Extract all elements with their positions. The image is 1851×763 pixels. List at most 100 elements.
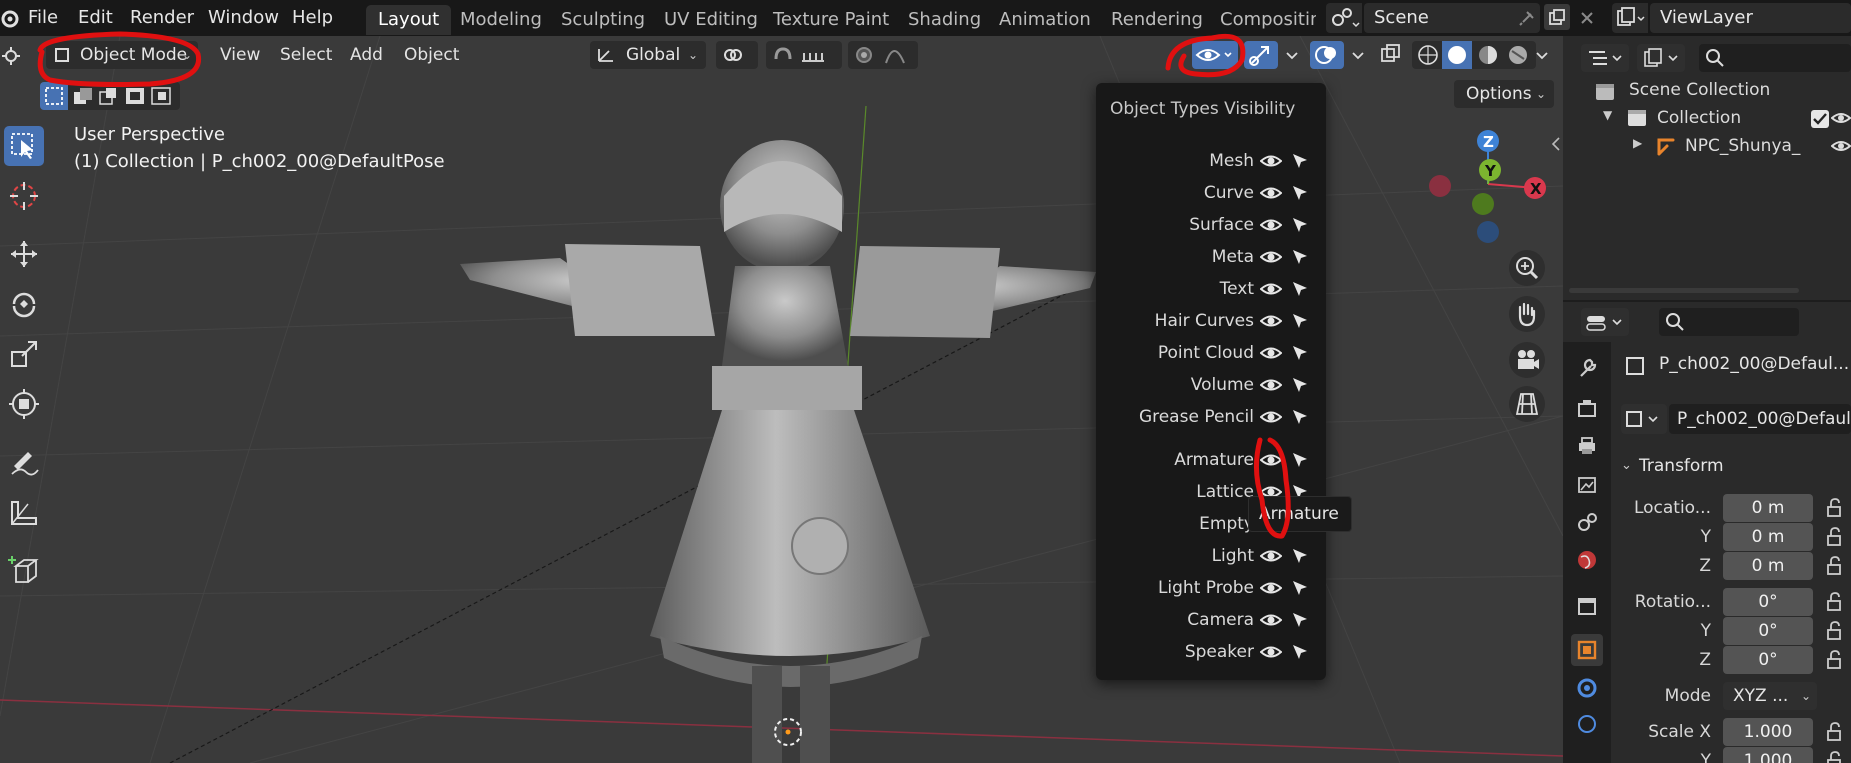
object-tab[interactable]	[1571, 634, 1603, 666]
lock-icon[interactable]	[1825, 620, 1847, 642]
select-arrow-icon[interactable]	[1290, 450, 1310, 470]
menu-file[interactable]: File	[28, 4, 58, 32]
sidebar-toggle-icon[interactable]	[1550, 134, 1562, 154]
overlays-dropdown[interactable]	[1346, 41, 1370, 69]
tab-compositing[interactable]: Compositin	[1208, 5, 1316, 35]
view-layer-tab[interactable]	[1571, 468, 1603, 500]
solid-shading-button[interactable]	[1442, 41, 1472, 69]
lock-icon[interactable]	[1825, 750, 1847, 763]
mode-dropdown[interactable]: Object Mode ⌄	[46, 41, 198, 69]
new-scene-icon[interactable]	[1544, 4, 1570, 30]
select-arrow-icon[interactable]	[1290, 279, 1310, 299]
rotation-z-field[interactable]: 0°	[1723, 646, 1813, 674]
lock-icon[interactable]	[1825, 555, 1847, 577]
rotation-x-field[interactable]: 0°	[1723, 588, 1813, 616]
eye-icon[interactable]	[1259, 311, 1283, 331]
eye-icon[interactable]	[1259, 546, 1283, 566]
lock-icon[interactable]	[1825, 649, 1847, 671]
tool-tab[interactable]	[1571, 352, 1603, 384]
scale-tool-button[interactable]	[4, 334, 44, 374]
tab-layout[interactable]: Layout	[366, 5, 452, 35]
disclosure-triangle-icon[interactable]: ▼	[1603, 108, 1612, 122]
disclosure-triangle-icon[interactable]: ▶	[1633, 136, 1642, 150]
menu-object[interactable]: Object	[404, 36, 459, 74]
outliner-object[interactable]: NPC_Shunya_	[1685, 136, 1821, 156]
select-new-button[interactable]	[40, 82, 68, 110]
eye-icon[interactable]	[1830, 108, 1851, 128]
select-arrow-icon[interactable]	[1290, 183, 1310, 203]
transform-tool-button[interactable]	[4, 384, 44, 424]
outliner-filter-dropdown[interactable]	[1637, 44, 1685, 72]
select-modes-group[interactable]	[68, 82, 180, 110]
gizmo-neg-x[interactable]	[1429, 175, 1451, 197]
select-arrow-icon[interactable]	[1290, 375, 1310, 395]
pin-icon[interactable]	[1514, 5, 1540, 31]
eye-icon[interactable]	[1259, 610, 1283, 630]
collection-tab[interactable]	[1571, 590, 1603, 622]
outliner-display-mode-dropdown[interactable]	[1581, 44, 1629, 72]
editor-type-icon[interactable]	[2, 44, 28, 68]
rotate-tool-button[interactable]	[4, 284, 44, 324]
lock-icon[interactable]	[1825, 526, 1847, 548]
tab-shading[interactable]: Shading	[896, 5, 993, 35]
select-arrow-icon[interactable]	[1290, 407, 1310, 427]
scene-tab[interactable]	[1571, 506, 1603, 538]
shading-dropdown[interactable]	[1530, 41, 1554, 69]
character-model[interactable]	[460, 140, 1096, 763]
object-types-visibility-button[interactable]	[1192, 41, 1238, 69]
view-layer-name-field[interactable]: ViewLayer	[1650, 3, 1851, 33]
gizmo-dropdown[interactable]	[1280, 41, 1304, 69]
collection-exclude-checkbox[interactable]	[1811, 110, 1829, 128]
wireframe-shading-icon[interactable]	[1416, 43, 1440, 67]
select-arrow-icon[interactable]	[1290, 642, 1310, 662]
eye-icon[interactable]	[1259, 642, 1283, 662]
3d-viewport[interactable]	[0, 36, 1563, 763]
ortho-toggle-button[interactable]	[1509, 386, 1545, 422]
options-dropdown[interactable]: Options ⌄	[1454, 80, 1554, 108]
eye-icon[interactable]	[1259, 215, 1283, 235]
zoom-button[interactable]	[1509, 250, 1545, 286]
tab-animation[interactable]: Animation	[987, 5, 1103, 35]
select-arrow-icon[interactable]	[1290, 215, 1310, 235]
snapping-controls[interactable]	[766, 41, 842, 69]
lock-icon[interactable]	[1825, 591, 1847, 613]
tab-rendering[interactable]: Rendering	[1099, 5, 1215, 35]
rotation-mode-dropdown[interactable]: XYZ ... ⌄	[1723, 682, 1817, 710]
select-arrow-icon[interactable]	[1290, 546, 1310, 566]
select-arrow-icon[interactable]	[1290, 578, 1310, 598]
eye-icon[interactable]	[1259, 279, 1283, 299]
view-layer-selector-button[interactable]	[1612, 3, 1648, 33]
physics-tab[interactable]	[1571, 708, 1603, 740]
select-arrow-icon[interactable]	[1290, 343, 1310, 363]
outliner-collection[interactable]: Collection	[1657, 108, 1741, 128]
output-tab[interactable]	[1571, 430, 1603, 462]
eye-icon[interactable]	[1259, 183, 1283, 203]
eye-icon[interactable]	[1259, 450, 1283, 470]
properties-search-input[interactable]	[1659, 308, 1799, 336]
menu-view[interactable]: View	[220, 36, 260, 74]
pan-button[interactable]	[1509, 296, 1545, 332]
overlays-toggle[interactable]	[1310, 41, 1344, 69]
select-arrow-icon[interactable]	[1290, 311, 1310, 331]
world-tab[interactable]	[1571, 544, 1603, 576]
select-tool-button[interactable]	[4, 126, 44, 166]
eye-icon[interactable]	[1259, 343, 1283, 363]
tab-modeling[interactable]: Modeling	[448, 5, 554, 35]
gizmo-neg-z[interactable]	[1477, 221, 1499, 243]
select-arrow-icon[interactable]	[1290, 151, 1310, 171]
menu-window[interactable]: Window	[208, 4, 279, 32]
move-tool-button[interactable]	[4, 234, 44, 274]
gizmo-neg-y[interactable]	[1472, 193, 1494, 215]
outliner-scrollbar[interactable]	[1569, 288, 1799, 293]
lock-icon[interactable]	[1825, 721, 1847, 743]
measure-tool-button[interactable]	[4, 492, 44, 532]
menu-help[interactable]: Help	[292, 4, 333, 32]
outliner-scene-collection[interactable]: Scene Collection	[1629, 80, 1770, 100]
outliner-search-input[interactable]	[1699, 44, 1851, 72]
select-arrow-icon[interactable]	[1290, 610, 1310, 630]
eye-icon[interactable]	[1830, 136, 1851, 156]
material-preview-icon[interactable]	[1476, 43, 1500, 67]
location-z-field[interactable]: 0 m	[1723, 552, 1813, 580]
menu-edit[interactable]: Edit	[78, 4, 113, 32]
xray-toggle[interactable]	[1376, 41, 1406, 69]
